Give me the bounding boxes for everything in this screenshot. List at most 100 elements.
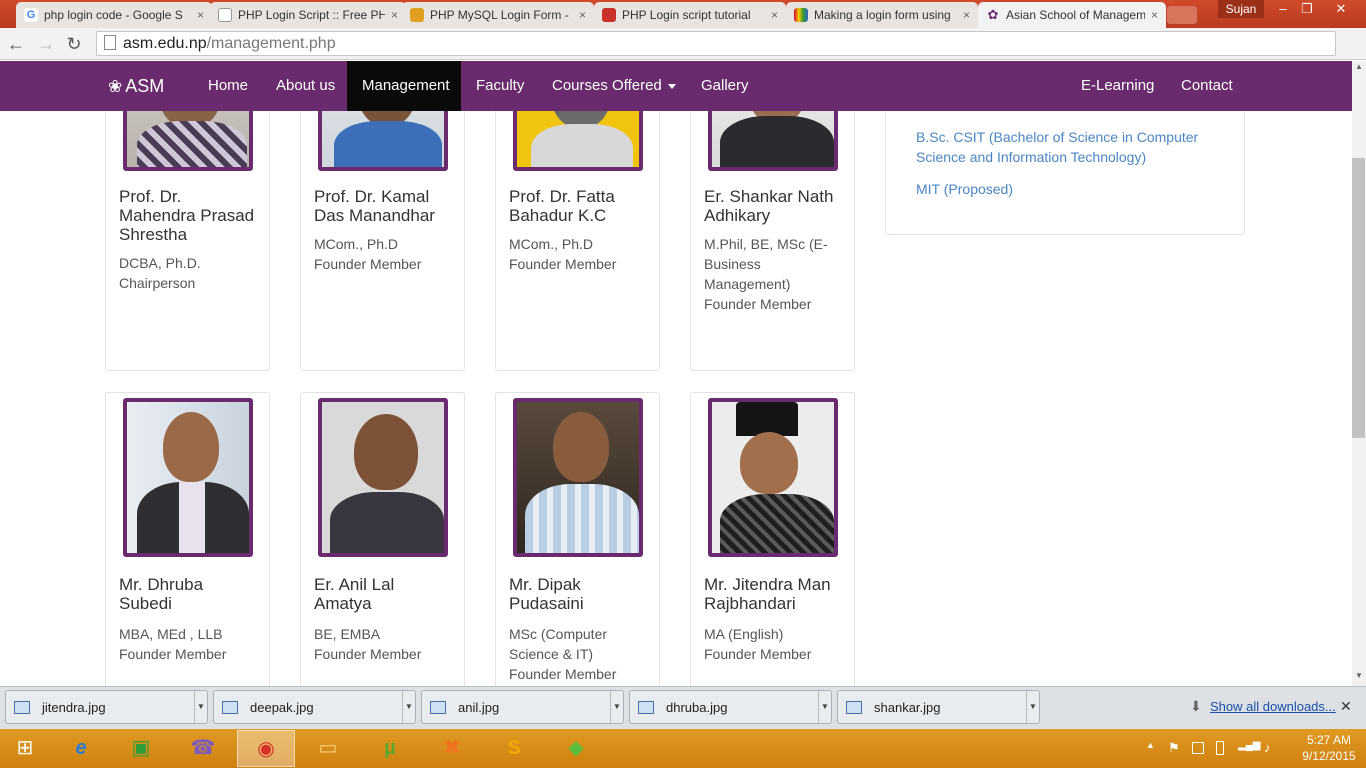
nav-home[interactable]: Home (193, 61, 263, 111)
xampp-icon[interactable]: ✖ (423, 730, 481, 767)
tab-label: PHP Login Script :: Free PH (238, 8, 385, 22)
member-qualification: DCBA, Ph.D. (119, 255, 201, 271)
reload-button[interactable]: ↻ (62, 32, 86, 56)
image-file-icon (222, 701, 238, 714)
close-window-button[interactable]: ✕ (1324, 0, 1358, 18)
tab-php-login-google[interactable]: G php login code - Google S × (16, 2, 212, 28)
member-name: Er. Shankar Nath Adhikary (704, 187, 834, 225)
download-item[interactable]: jitendra.jpg ▼ (5, 690, 208, 724)
member-qualification: MCom., Ph.D (509, 236, 594, 252)
restore-button[interactable]: ❐ (1290, 0, 1324, 18)
chevron-down-icon[interactable]: ▼ (194, 691, 207, 723)
member-role: Founder Member (314, 256, 422, 272)
tab-php-login-script[interactable]: PHP Login Script :: Free PH × (210, 2, 406, 28)
tab-close-icon[interactable]: × (579, 8, 586, 22)
store-icon[interactable]: ▣ (112, 730, 170, 767)
scroll-down-icon[interactable]: ▼ (1352, 671, 1366, 683)
member-name: Prof. Dr. Mahendra Prasad Shrestha (119, 187, 255, 244)
member-name: Prof. Dr. Kamal Das Manandhar (314, 187, 435, 225)
battery-icon[interactable] (1216, 741, 1224, 755)
member-qualification: BE, EMBA (314, 626, 381, 642)
member-qualification: MA (English) (704, 626, 784, 642)
chevron-down-icon[interactable]: ▼ (818, 691, 831, 723)
member-qualification: M.Phil, BE, MSc (E-Business Management) (704, 236, 828, 292)
tab-making-login-form[interactable]: Making a login form using × (786, 2, 978, 28)
tray-chevron-icon[interactable]: ▲ (1146, 740, 1155, 750)
member-role: Founder Member (509, 666, 617, 682)
google-icon: G (24, 8, 38, 22)
member-role: Founder Member (314, 646, 422, 662)
browser-toolbar: ← → ↻ asm.edu.np/management.php ☆ ≡ (0, 28, 1366, 83)
utorrent-icon[interactable]: µ (361, 730, 419, 767)
tab-label: PHP MySQL Login Form - (430, 8, 569, 22)
internet-explorer-icon[interactable]: e (52, 730, 110, 767)
close-downloads-icon[interactable]: ✕ (1340, 698, 1352, 715)
nav-courses-offered[interactable]: Courses Offered (537, 61, 691, 111)
tab-close-icon[interactable]: × (197, 8, 204, 22)
site-brand[interactable]: ❀ ASM (108, 61, 164, 111)
forward-button[interactable]: → (34, 32, 58, 56)
nav-gallery[interactable]: Gallery (686, 61, 764, 111)
member-role: Founder Member (509, 256, 617, 272)
scroll-up-icon[interactable]: ▲ (1352, 62, 1366, 74)
member-role: Founder Member (704, 296, 812, 312)
viber-icon[interactable]: ☎ (174, 730, 232, 767)
nav-contact[interactable]: Contact (1166, 61, 1248, 111)
chevron-down-icon[interactable]: ▼ (402, 691, 415, 723)
clock-time: 5:27 AM (1306, 733, 1352, 747)
scrollbar-thumb[interactable] (1352, 158, 1365, 438)
nav-faculty[interactable]: Faculty (461, 61, 539, 111)
tab-close-icon[interactable]: × (771, 8, 778, 22)
tab-label: Making a login form using (814, 8, 951, 22)
new-tab-button[interactable] (1167, 6, 1197, 24)
sublime-icon[interactable]: S (485, 730, 543, 767)
chevron-down-icon[interactable]: ▼ (610, 691, 623, 723)
start-icon[interactable]: ⊞ (0, 730, 50, 767)
member-card: Er. Anil Lal Amatya BE, EMBA Founder Mem… (300, 392, 465, 686)
volume-icon[interactable]: ♪ (1264, 740, 1271, 755)
browser-tab-bar: G php login code - Google S × PHP Login … (0, 0, 1366, 28)
profile-button[interactable]: Sujan (1218, 0, 1264, 18)
download-item[interactable]: dhruba.jpg ▼ (629, 690, 832, 724)
nav-courses-label: Courses Offered (552, 77, 662, 94)
member-photo (123, 398, 253, 557)
tab-asian-school[interactable]: ✿ Asian School of Managem × (978, 2, 1166, 28)
tab-php-mysql-login[interactable]: PHP MySQL Login Form - × (402, 2, 594, 28)
address-bar[interactable]: asm.edu.np/management.php (96, 31, 1336, 56)
download-filename: dhruba.jpg (666, 700, 728, 715)
image-file-icon (430, 701, 446, 714)
show-all-downloads-link[interactable]: Show all downloads... (1210, 699, 1336, 714)
image-file-icon (14, 701, 30, 714)
chevron-down-icon[interactable]: ▼ (1026, 691, 1039, 723)
course-link-mit[interactable]: MIT (Proposed) (916, 179, 1216, 199)
back-button[interactable]: ← (4, 32, 28, 56)
download-item[interactable]: shankar.jpg ▼ (837, 690, 1040, 724)
chrome-icon[interactable]: ◉ (237, 730, 295, 767)
page-icon (218, 8, 232, 22)
site-icon (410, 8, 424, 22)
member-role: Chairperson (119, 275, 196, 291)
nav-e-learning[interactable]: E-Learning (1066, 61, 1169, 111)
course-link-bsc-csit[interactable]: B.Sc. CSIT (Bachelor of Science in Compu… (916, 127, 1216, 167)
member-name: Er. Anil Lal Amatya (314, 575, 395, 613)
url-path: /management.php (206, 35, 336, 52)
windows-icon[interactable] (1192, 742, 1204, 754)
download-item[interactable]: deepak.jpg ▼ (213, 690, 416, 724)
tab-close-icon[interactable]: × (391, 8, 398, 22)
network-signal-icon[interactable]: ▂▄▆ (1238, 740, 1260, 751)
tab-close-icon[interactable]: × (1151, 8, 1158, 22)
member-qualification: MCom., Ph.D (314, 236, 399, 252)
nav-management[interactable]: Management (347, 61, 461, 111)
member-card: Er. Shankar Nath Adhikary M.Phil, BE, MS… (690, 111, 855, 371)
tab-close-icon[interactable]: × (963, 8, 970, 22)
member-photo (708, 398, 838, 557)
member-photo (513, 398, 643, 557)
bluestacks-icon[interactable]: ◆ (547, 730, 605, 767)
file-explorer-icon[interactable]: ▭ (299, 730, 357, 767)
system-clock[interactable]: 5:27 AM 9/12/2015 (1294, 732, 1364, 764)
member-role: Founder Member (119, 646, 227, 662)
download-item[interactable]: anil.jpg ▼ (421, 690, 624, 724)
nav-about-us[interactable]: About us (261, 61, 350, 111)
action-center-flag-icon[interactable]: ⚑ (1168, 740, 1180, 756)
tab-php-login-tutorial[interactable]: PHP Login script tutorial × (594, 2, 786, 28)
